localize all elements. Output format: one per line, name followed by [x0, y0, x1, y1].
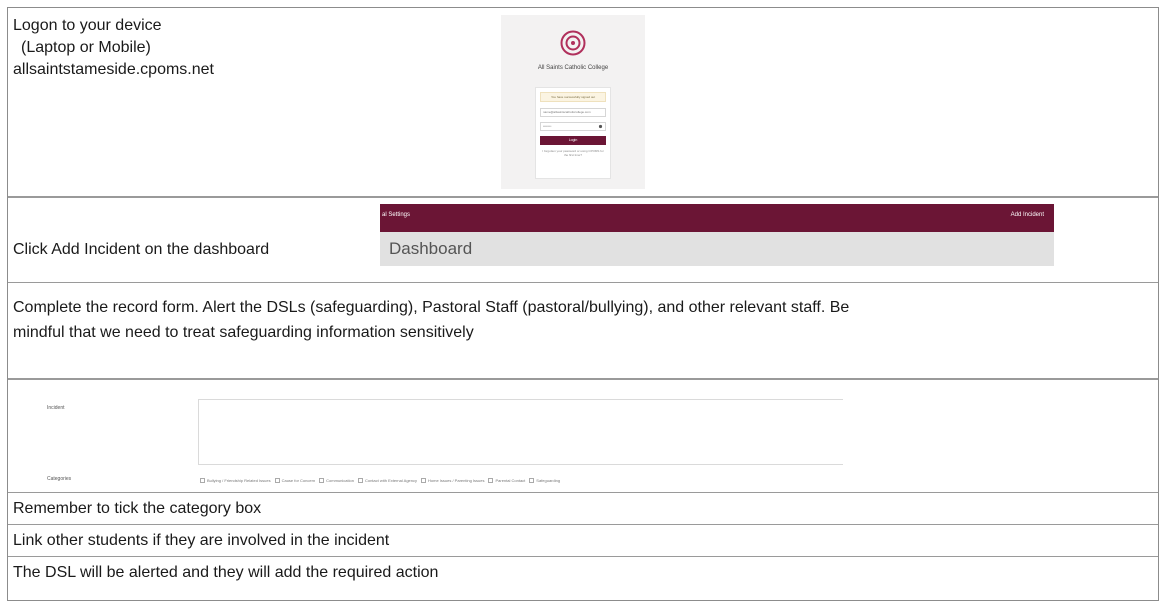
category-label: Safeguarding: [536, 478, 561, 483]
category-item[interactable]: Communication: [319, 478, 354, 483]
checkbox[interactable]: [421, 478, 426, 483]
category-label: Cause for Concern: [281, 478, 316, 483]
dashboard-title: Dashboard: [389, 239, 473, 258]
dashboard-header: Dashboard: [380, 232, 1054, 266]
category-label: Parental Contact: [495, 478, 526, 483]
dsl-alert-row: The DSL will be alerted and they will ad…: [8, 557, 1158, 602]
category-item[interactable]: Home Issues / Parenting Issues: [421, 478, 484, 483]
category-item[interactable]: Bullying / Friendship Related Issues: [200, 478, 271, 483]
category-item[interactable]: Safeguarding: [529, 478, 560, 483]
login-panel: You have successfully signed out name@al…: [535, 87, 611, 179]
tick-reminder-row: Remember to tick the category box: [8, 493, 1158, 525]
login-screenshot: All Saints Catholic College You have suc…: [501, 15, 645, 189]
show-password-icon[interactable]: [598, 124, 603, 129]
instruction-table: Logon to your device (Laptop or Mobile) …: [7, 7, 1159, 601]
checkbox[interactable]: [488, 478, 494, 483]
dashboard-nav-bar: al Settings Add Incident: [380, 204, 1054, 232]
complete-form-row: Complete the record form. Alert the DSLs…: [8, 283, 1158, 380]
incident-textarea[interactable]: [198, 399, 843, 465]
add-incident-instruction: Click Add Incident on the dashboard: [13, 241, 270, 258]
checkbox[interactable]: [200, 478, 205, 483]
login-button[interactable]: Login: [540, 136, 606, 145]
incident-form-row: Incident Categories Bullying / Friendshi…: [8, 380, 1158, 493]
checkbox[interactable]: [357, 478, 363, 483]
checkbox[interactable]: [319, 478, 325, 483]
link-students-text: Link other students if they are involved…: [13, 532, 390, 549]
add-incident-row: Click Add Incident on the dashboard al S…: [8, 198, 1158, 283]
tick-reminder-text: Remember to tick the category box: [13, 500, 262, 517]
complete-form-line-1: Complete the record form. Alert the DSLs…: [13, 299, 850, 316]
logon-line-1: Logon to your device: [13, 17, 162, 34]
category-item[interactable]: Parental Contact: [488, 478, 525, 483]
email-field[interactable]: name@allsaintscatholiccollege.com: [540, 108, 606, 117]
category-item[interactable]: Cause for Concern: [274, 478, 316, 483]
password-field[interactable]: ••••••••: [540, 122, 606, 131]
add-incident-link[interactable]: Add Incident: [1011, 212, 1044, 218]
forgot-password-link[interactable]: I forgotten your password or using CPOMS…: [540, 149, 606, 157]
password-value: ••••••••: [543, 124, 552, 128]
complete-form-line-2: mindful that we need to treat safeguardi…: [13, 324, 474, 341]
logon-line-2: (Laptop or Mobile): [21, 39, 151, 56]
link-students-row: Link other students if they are involved…: [8, 525, 1158, 557]
dashboard-screenshot: al Settings Add Incident Dashboard: [380, 204, 1054, 266]
dsl-alert-text: The DSL will be alerted and they will ad…: [13, 564, 439, 581]
logon-row: Logon to your device (Laptop or Mobile) …: [8, 8, 1158, 198]
category-checkboxes: Bullying / Friendship Related Issues Cau…: [200, 478, 564, 483]
target-rings-icon: [560, 30, 586, 56]
signed-out-alert: You have successfully signed out: [540, 92, 606, 102]
category-label: Contact with External Agency: [364, 478, 417, 483]
category-label: Home Issues / Parenting Issues: [428, 478, 485, 483]
category-item[interactable]: Contact with External Agency: [357, 478, 417, 483]
logon-line-3: allsaintstameside.cpoms.net: [13, 61, 214, 78]
settings-link[interactable]: al Settings: [382, 212, 410, 218]
category-label: Communication: [326, 478, 354, 483]
checkbox[interactable]: [529, 478, 535, 483]
school-name: All Saints Catholic College: [537, 65, 609, 71]
categories-label: Categories: [47, 476, 72, 482]
category-label: Bullying / Friendship Related Issues: [207, 478, 271, 483]
checkbox[interactable]: [274, 478, 280, 483]
incident-label: Incident: [47, 405, 65, 411]
